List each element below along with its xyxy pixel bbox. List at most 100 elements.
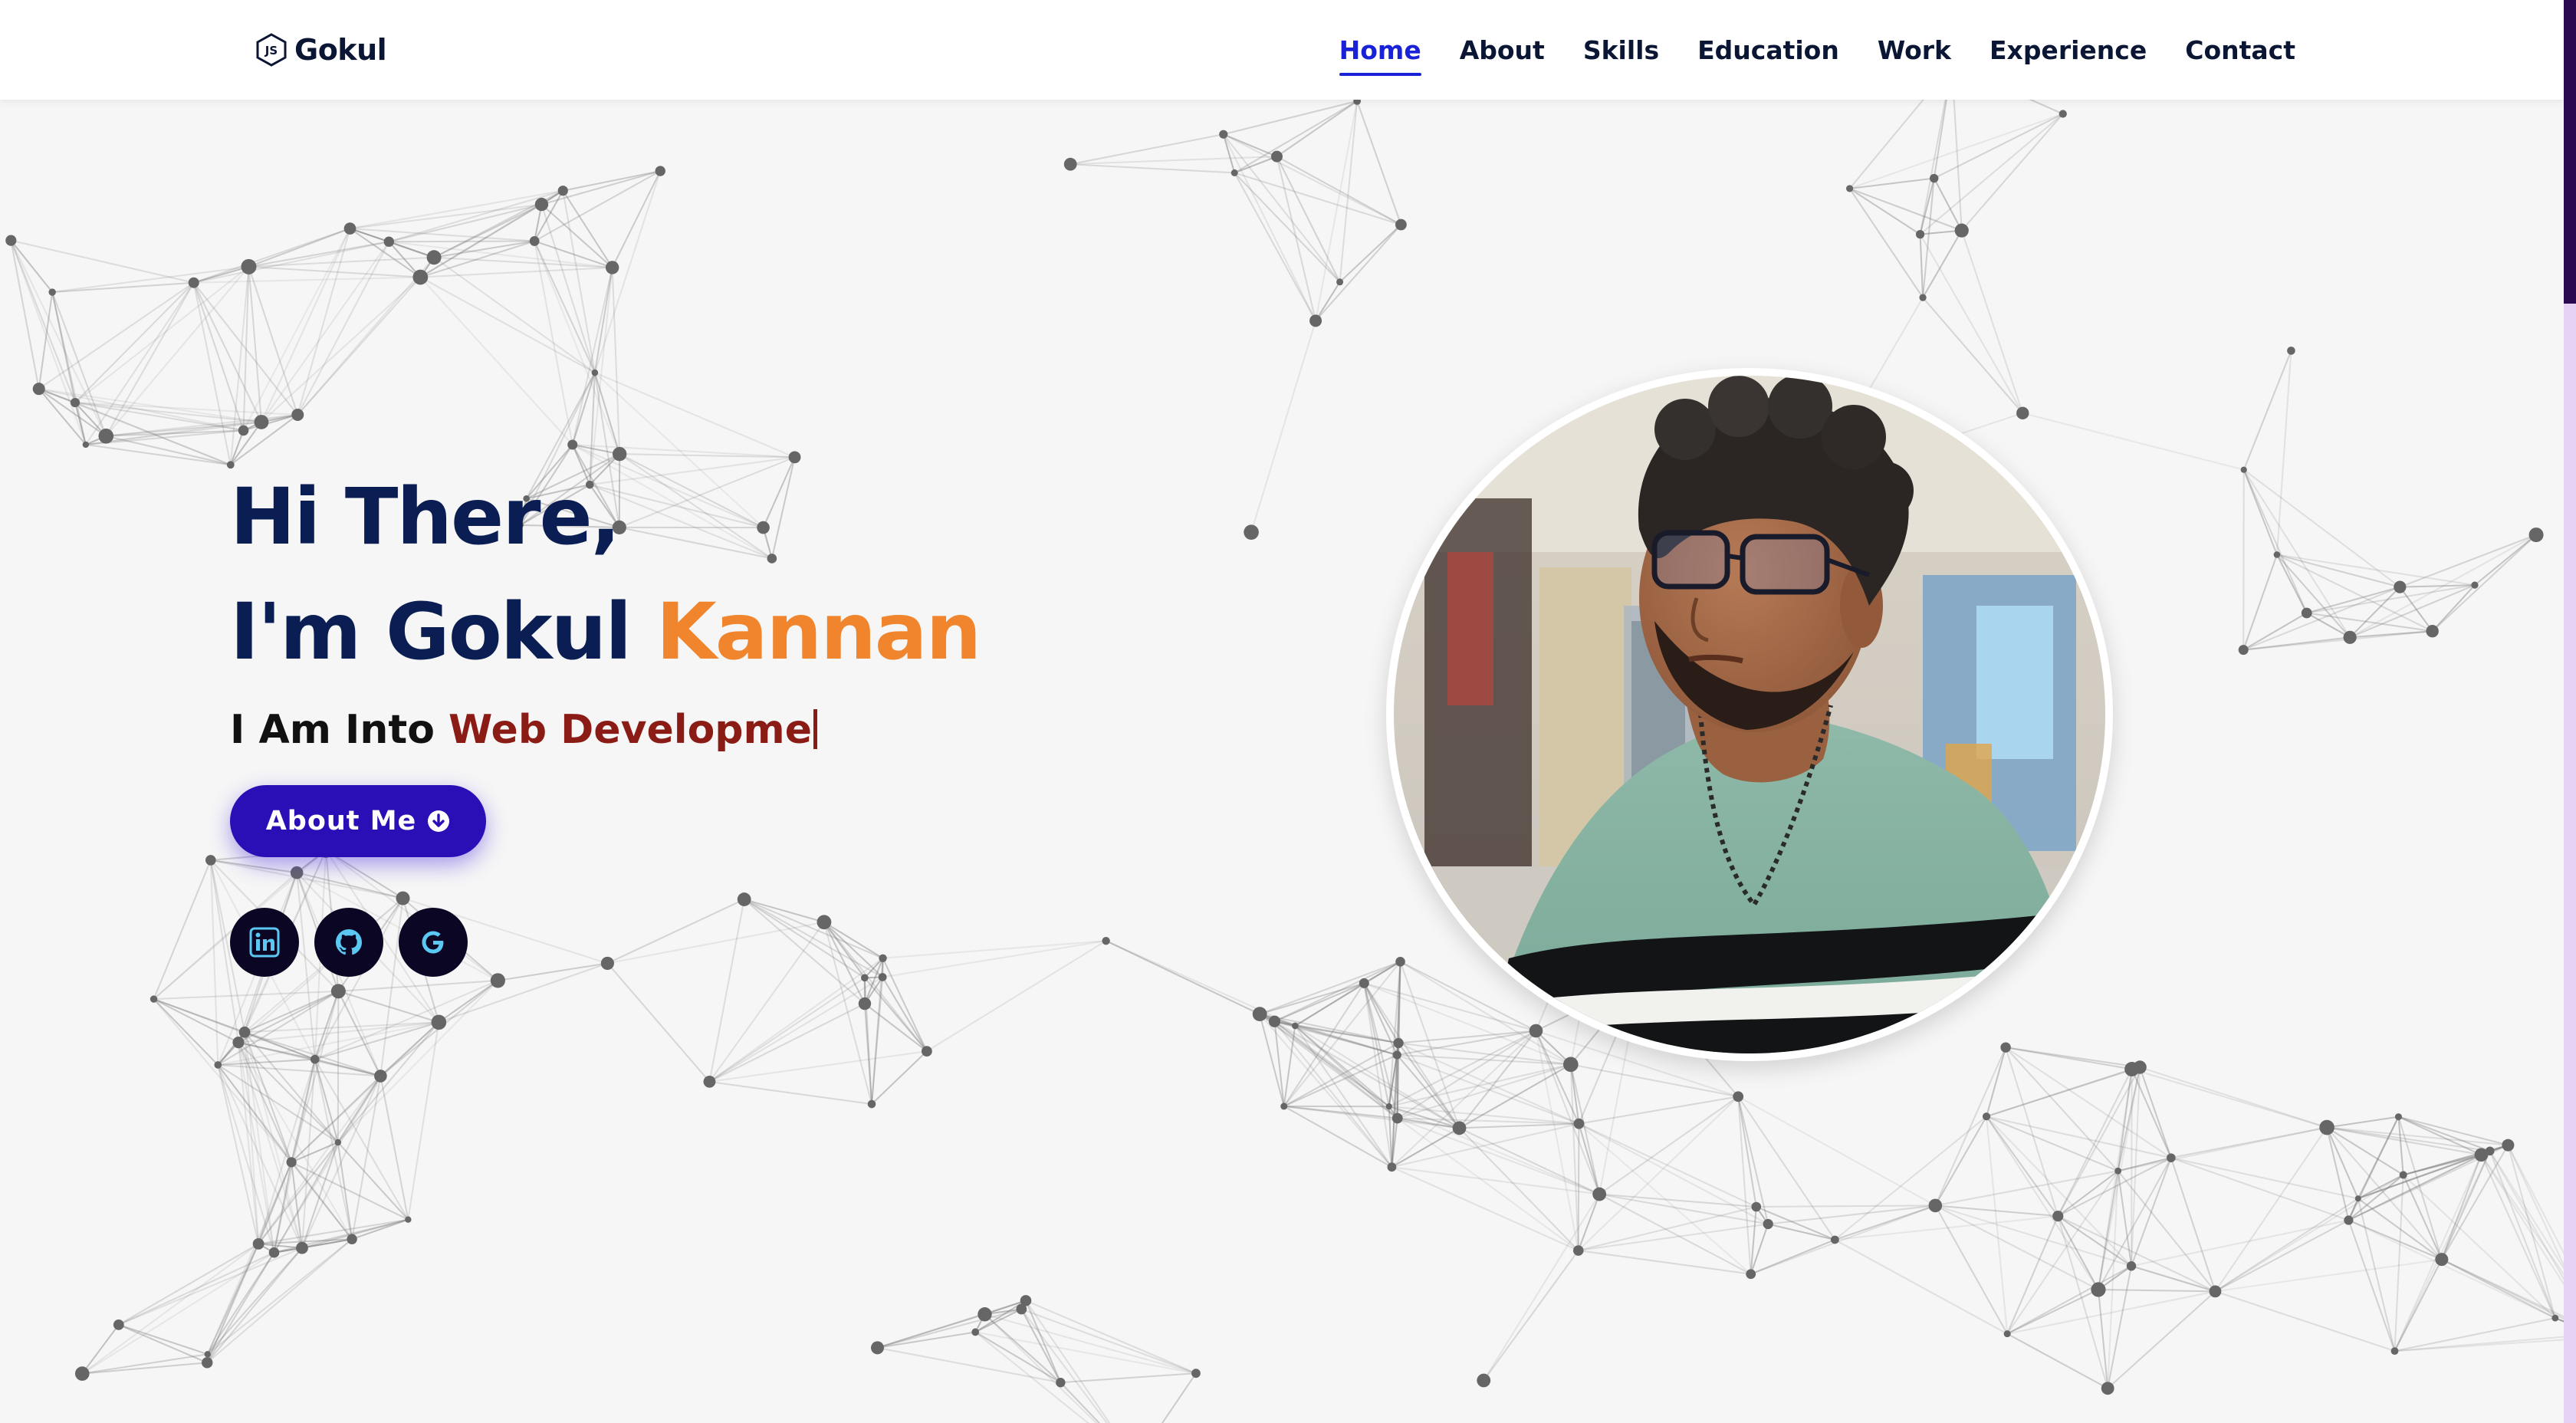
nav-skills[interactable]: Skills	[1583, 35, 1659, 65]
network-link	[1935, 1170, 2118, 1207]
github-link[interactable]	[314, 908, 383, 977]
network-link	[2394, 1335, 2576, 1352]
network-link	[2139, 1066, 2328, 1129]
scrollbar-track[interactable]	[2564, 0, 2576, 1423]
network-link	[153, 859, 212, 1000]
network-link	[1919, 234, 1924, 298]
network-link	[1834, 1116, 1987, 1241]
network-link	[81, 1324, 120, 1375]
network-link	[1737, 1096, 1757, 1208]
scrollbar-thumb[interactable]	[2564, 0, 2576, 304]
network-node	[1309, 314, 1322, 327]
typing-cursor	[813, 709, 817, 749]
network-node	[1395, 219, 1407, 231]
network-link	[1339, 224, 1402, 283]
network-node	[330, 984, 346, 999]
network-node	[1573, 1118, 1585, 1129]
network-node	[703, 1075, 716, 1088]
network-node	[2474, 1148, 2489, 1162]
network-node	[1751, 1201, 1762, 1212]
network-node	[1982, 1112, 1991, 1121]
network-node	[252, 1237, 264, 1250]
network-node	[612, 446, 627, 462]
network-node	[383, 236, 395, 247]
network-link	[1106, 940, 1275, 1023]
portrait-photo	[1394, 376, 2105, 1053]
network-link	[975, 1331, 1197, 1375]
network-link	[607, 921, 825, 965]
network-link	[1259, 982, 1365, 1015]
network-node	[2343, 630, 2357, 644]
js-hexagon-icon: JS	[256, 33, 287, 67]
network-link	[984, 1313, 1098, 1423]
network-node	[2394, 580, 2407, 593]
brand-logo[interactable]: JS Gokul	[255, 29, 387, 71]
nav-education[interactable]: Education	[1697, 35, 1839, 65]
network-node	[204, 1351, 211, 1358]
tagline-typed-text: Web Developme	[449, 707, 812, 753]
network-link	[258, 1075, 382, 1244]
network-node	[2133, 1060, 2147, 1074]
network-node	[2528, 527, 2544, 543]
nav-work[interactable]: Work	[1878, 35, 1951, 65]
network-link	[52, 281, 194, 294]
network-node	[74, 1366, 90, 1381]
network-link	[193, 241, 389, 284]
network-link	[74, 266, 250, 403]
network-node	[374, 1070, 387, 1083]
network-link	[1315, 224, 1402, 322]
network-link	[81, 1243, 259, 1375]
network-node	[396, 891, 410, 905]
network-link	[350, 228, 535, 242]
network-link	[2349, 584, 2476, 639]
nav-home[interactable]: Home	[1339, 35, 1421, 76]
network-link	[314, 1059, 409, 1221]
network-link	[296, 872, 403, 899]
network-node	[2209, 1285, 2222, 1298]
network-link	[708, 899, 745, 1083]
network-link	[85, 282, 195, 445]
nav-about[interactable]: About	[1460, 35, 1545, 65]
network-link	[1234, 100, 1358, 174]
network-node	[1563, 1057, 1579, 1073]
network-link	[1273, 1020, 1398, 1119]
network-node	[2058, 110, 2067, 118]
google-link[interactable]	[399, 908, 468, 977]
network-link	[1578, 1250, 1751, 1275]
network-link	[708, 977, 866, 1083]
network-node	[205, 855, 216, 866]
network-node	[978, 1307, 992, 1322]
nav-contact[interactable]: Contact	[2185, 35, 2295, 65]
network-link	[2131, 1069, 2133, 1267]
nav-experience[interactable]: Experience	[1990, 35, 2147, 65]
network-node	[605, 261, 619, 274]
network-node	[48, 288, 56, 296]
network-node	[2301, 607, 2312, 619]
google-icon	[422, 931, 444, 954]
linkedin-link[interactable]	[230, 908, 299, 977]
page: JS Gokul Home About Skills Education Wor…	[0, 0, 2576, 1423]
network-node	[971, 1328, 980, 1336]
about-me-button[interactable]: About Me	[230, 785, 486, 857]
network-link	[877, 1346, 1061, 1384]
network-link	[1848, 188, 1924, 298]
network-node	[1280, 1103, 1288, 1110]
network-node	[310, 1054, 320, 1064]
network-node	[1915, 230, 1925, 239]
network-link	[534, 241, 596, 373]
network-node	[1930, 173, 1939, 183]
network-node	[238, 1026, 251, 1038]
network-link	[1598, 1193, 1769, 1225]
network-node	[412, 269, 429, 285]
network-link	[2242, 469, 2308, 613]
network-link	[1250, 320, 1317, 533]
network-node	[1191, 1369, 1201, 1379]
network-node	[1219, 130, 1228, 139]
network-link	[709, 1003, 866, 1083]
network-node	[2240, 466, 2247, 473]
network-node	[1954, 223, 1969, 238]
network-link	[2348, 1220, 2396, 1352]
network-node	[343, 222, 356, 235]
hero-greeting: Hi There,	[230, 472, 620, 563]
network-node	[5, 235, 17, 246]
